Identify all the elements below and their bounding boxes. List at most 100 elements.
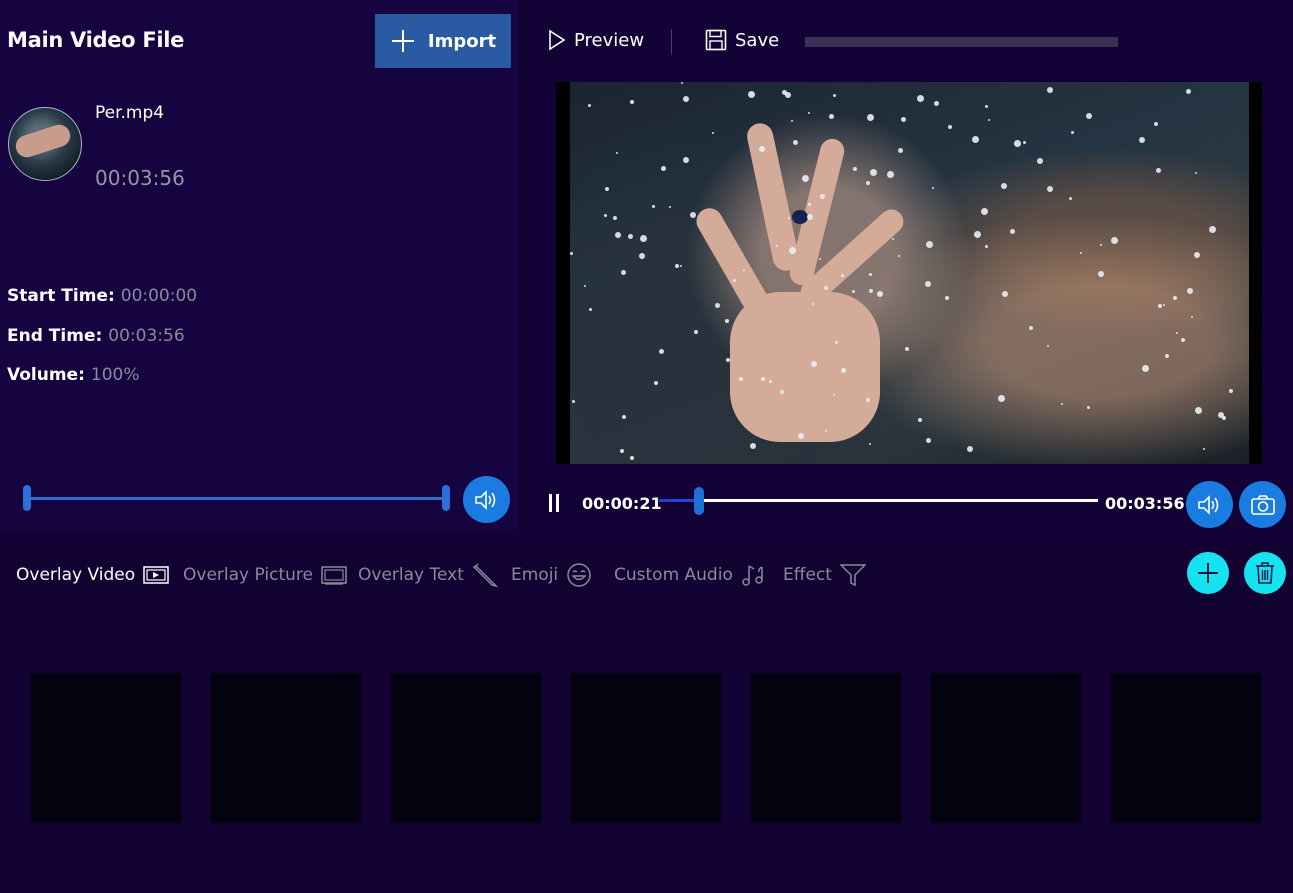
preview-button[interactable]: Preview	[548, 29, 644, 51]
snowflake	[694, 330, 698, 334]
import-button[interactable]: Import	[375, 14, 511, 68]
file-duration: 00:03:56	[95, 166, 185, 190]
overlay-slot[interactable]	[31, 673, 181, 823]
snowflake	[985, 245, 988, 248]
snowflake	[584, 285, 586, 287]
snowflake	[759, 146, 765, 152]
main-volume-button[interactable]	[463, 476, 510, 523]
snowflake	[877, 291, 883, 297]
snowflake	[866, 181, 870, 185]
snowflake	[785, 92, 791, 98]
snowflake	[905, 347, 909, 351]
pause-button[interactable]	[547, 494, 561, 512]
save-button[interactable]: Save	[705, 29, 779, 51]
snowflake	[613, 216, 617, 220]
snowflake	[967, 446, 973, 452]
snowflake	[1023, 141, 1026, 144]
snowflake	[681, 82, 683, 84]
overlay-slot[interactable]	[1111, 673, 1261, 823]
overlay-slot[interactable]	[931, 673, 1081, 823]
overlay-slot[interactable]	[391, 673, 541, 823]
snowflake	[917, 95, 924, 102]
snowflake	[1203, 448, 1205, 450]
snowflake	[945, 296, 949, 300]
trim-end-handle[interactable]	[442, 485, 450, 511]
seek-track[interactable]	[659, 499, 1098, 502]
tab-overlay-video[interactable]: Overlay Video	[16, 560, 169, 590]
tab-emoji[interactable]: Emoji	[511, 560, 592, 590]
snowflake	[1071, 131, 1074, 134]
snowflake	[572, 400, 575, 403]
tab-custom-audio[interactable]: Custom Audio	[614, 560, 765, 590]
snowflake	[630, 100, 634, 104]
snowflake	[1069, 197, 1072, 200]
save-progress-bar	[805, 37, 1118, 47]
snowflake	[604, 214, 607, 217]
overlay-video-icon	[143, 566, 169, 584]
delete-overlay-button[interactable]	[1244, 552, 1286, 594]
end-time-label: End Time:	[7, 326, 103, 346]
snowflake	[769, 380, 772, 383]
snowflake	[1187, 288, 1193, 294]
add-overlay-button[interactable]	[1187, 552, 1229, 594]
snowflake	[1098, 271, 1104, 277]
video-frame	[570, 82, 1249, 464]
snowflake	[621, 270, 626, 275]
tab-label: Effect	[783, 565, 832, 585]
overlay-slot[interactable]	[211, 673, 361, 823]
volume-label: Volume:	[7, 365, 85, 385]
snowflake	[811, 361, 817, 367]
snowflake	[1080, 252, 1082, 254]
emoji-icon	[567, 563, 591, 587]
snowflake	[898, 255, 900, 257]
snowflake	[926, 438, 931, 443]
start-time-row: Start Time: 00:00:00	[7, 286, 197, 306]
snowflake	[715, 303, 720, 308]
snowflake	[1010, 229, 1015, 234]
snowflake	[981, 208, 988, 215]
video-preview[interactable]	[556, 82, 1262, 464]
seek-handle[interactable]	[693, 487, 704, 515]
snowflake	[761, 377, 765, 381]
tab-overlay-text[interactable]: Overlay Text	[358, 560, 498, 590]
player-volume-button[interactable]	[1186, 481, 1233, 528]
snowflake	[798, 433, 804, 439]
snowflake	[588, 104, 591, 107]
snowflake	[791, 120, 793, 122]
snowflake	[869, 289, 873, 293]
snowflake	[1037, 158, 1043, 164]
snowflake	[712, 132, 714, 134]
snowflake	[948, 125, 952, 129]
snowflake	[589, 308, 592, 311]
snowflake	[776, 245, 778, 247]
snowflake	[1173, 296, 1177, 300]
overlay-slot[interactable]	[751, 673, 901, 823]
snowflake	[630, 456, 634, 460]
snowflake	[1047, 186, 1053, 192]
tab-overlay-picture[interactable]: Overlay Picture	[183, 560, 347, 590]
tab-label: Overlay Picture	[183, 565, 313, 585]
snowflake	[833, 394, 835, 396]
snowflake	[1154, 122, 1158, 126]
end-time-row: End Time: 00:03:56	[7, 326, 185, 346]
snowflake	[639, 253, 645, 259]
snowflake	[1165, 354, 1169, 358]
snowflake	[739, 377, 743, 381]
snowflake	[808, 112, 810, 114]
trim-range-track[interactable]	[26, 497, 446, 500]
speaker-icon	[474, 489, 495, 510]
snowflake	[726, 358, 730, 362]
snowflake	[985, 105, 988, 108]
snowflake	[1086, 113, 1092, 119]
trim-start-handle[interactable]	[23, 485, 31, 511]
snowflake	[925, 281, 931, 287]
video-thumbnail[interactable]	[8, 107, 82, 181]
snowflake	[1194, 252, 1200, 258]
import-label: Import	[427, 30, 497, 52]
tab-effect[interactable]: Effect	[783, 560, 866, 590]
overlay-slot[interactable]	[571, 673, 721, 823]
snowflake	[669, 206, 671, 208]
snowflake	[998, 395, 1005, 402]
snowflake	[1218, 412, 1224, 418]
snapshot-button[interactable]	[1239, 481, 1286, 528]
